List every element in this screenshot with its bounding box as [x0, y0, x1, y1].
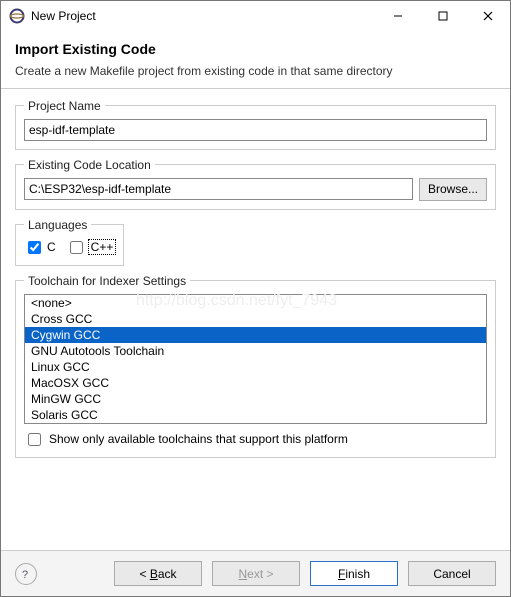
project-name-group: Project Name: [15, 99, 496, 150]
language-cpp-checkbox[interactable]: [70, 241, 83, 254]
wizard-content: Project Name Existing Code Location Brow…: [1, 89, 510, 550]
languages-legend: Languages: [24, 218, 91, 232]
cancel-button[interactable]: Cancel: [408, 561, 496, 586]
toolchain-item[interactable]: Cross GCC: [25, 311, 486, 327]
toolchain-item[interactable]: MacOSX GCC: [25, 375, 486, 391]
page-description: Create a new Makefile project from exist…: [15, 63, 496, 80]
code-location-group: Existing Code Location Browse...: [15, 158, 496, 210]
next-button: Next >: [212, 561, 300, 586]
toolchain-item[interactable]: GNU Autotools Toolchain: [25, 343, 486, 359]
project-name-input[interactable]: [24, 119, 487, 141]
wizard-header: Import Existing Code Create a new Makefi…: [1, 31, 510, 89]
finish-button[interactable]: Finish: [310, 561, 398, 586]
toolchain-item[interactable]: Linux GCC: [25, 359, 486, 375]
eclipse-icon: [9, 8, 25, 24]
toolchain-legend: Toolchain for Indexer Settings: [24, 274, 190, 288]
show-only-option[interactable]: Show only available toolchains that supp…: [24, 430, 487, 449]
language-cpp-label: C++: [89, 240, 116, 254]
window-title: New Project: [31, 9, 375, 23]
maximize-button[interactable]: [420, 1, 465, 31]
toolchain-group: Toolchain for Indexer Settings http://bl…: [15, 274, 496, 458]
show-only-checkbox[interactable]: [28, 433, 41, 446]
code-location-legend: Existing Code Location: [24, 158, 155, 172]
svg-text:?: ?: [22, 569, 28, 581]
language-c-checkbox[interactable]: [28, 241, 41, 254]
page-title: Import Existing Code: [15, 41, 496, 57]
minimize-button[interactable]: [375, 1, 420, 31]
help-button[interactable]: ?: [15, 563, 37, 585]
code-location-input[interactable]: [24, 178, 413, 200]
browse-button[interactable]: Browse...: [419, 178, 487, 201]
back-button[interactable]: < Back: [114, 561, 202, 586]
language-c-label: C: [47, 240, 56, 254]
language-c-option[interactable]: C: [24, 238, 56, 257]
toolchain-item[interactable]: <none>: [25, 295, 486, 311]
show-only-label: Show only available toolchains that supp…: [49, 432, 348, 446]
close-button[interactable]: [465, 1, 510, 31]
toolchain-item[interactable]: MinGW GCC: [25, 391, 486, 407]
toolchain-item[interactable]: Solaris GCC: [25, 407, 486, 423]
help-icon: ?: [19, 567, 33, 581]
languages-group: Languages C C++: [15, 218, 124, 266]
project-name-legend: Project Name: [24, 99, 105, 113]
titlebar: New Project: [1, 1, 510, 31]
wizard-footer: ? < Back Next > Finish Cancel: [1, 550, 510, 596]
language-cpp-option[interactable]: C++: [66, 238, 116, 257]
toolchain-item[interactable]: Cygwin GCC: [25, 327, 486, 343]
toolchain-listbox[interactable]: <none>Cross GCCCygwin GCCGNU Autotools T…: [24, 294, 487, 424]
